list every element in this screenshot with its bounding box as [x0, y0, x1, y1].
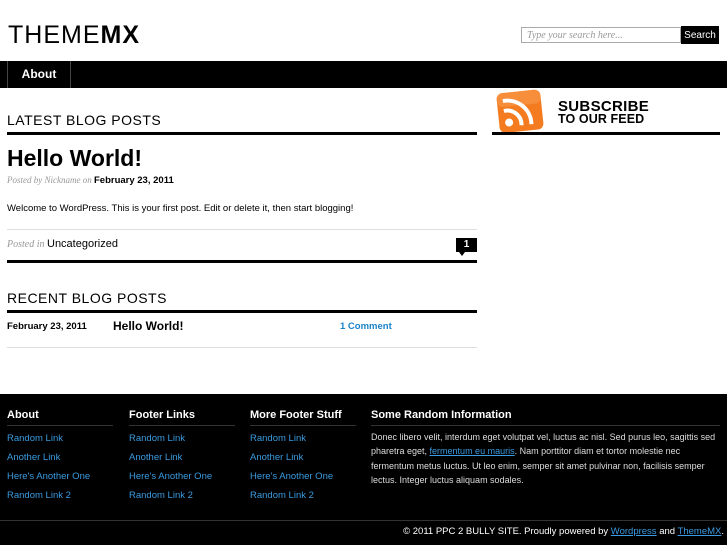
footer-link[interactable]: Here's Another One	[7, 471, 90, 482]
footer-more-stuff-heading: More Footer Stuff	[250, 409, 342, 421]
footer-link[interactable]: Another Link	[250, 452, 303, 463]
footer-bottom-divider	[0, 520, 727, 521]
footer-about-heading: About	[7, 409, 39, 421]
sidebar-divider	[492, 132, 720, 135]
footer-divider	[7, 425, 113, 426]
copyright-line: © 2011 PPC 2 BULLY SITE. Proudly powered…	[403, 526, 724, 537]
comment-count-badge[interactable]: 1	[456, 238, 477, 256]
post-divider	[7, 229, 477, 230]
recent-post-date: February 23, 2011	[7, 321, 87, 332]
search-button[interactable]: Search	[681, 26, 719, 44]
recent-posts-heading: RECENT BLOG POSTS	[7, 290, 167, 306]
posted-in-label: Posted in	[7, 239, 45, 250]
main-nav: About	[0, 61, 727, 88]
footer-link[interactable]: Random Link 2	[7, 490, 71, 501]
post-category-line: Posted in Uncategorized	[7, 238, 118, 250]
logo-text-bold: MX	[100, 21, 140, 49]
category-link[interactable]: Uncategorized	[47, 238, 118, 250]
footer-link[interactable]: Random Link	[129, 433, 185, 444]
footer-link[interactable]: Random Link	[7, 433, 63, 444]
list-divider	[7, 347, 477, 348]
footer-link[interactable]: Here's Another One	[129, 471, 212, 482]
footer-link[interactable]: Random Link	[250, 433, 306, 444]
post-title[interactable]: Hello World!	[7, 145, 142, 172]
footer-divider	[371, 425, 720, 426]
copyright-end: .	[721, 526, 724, 537]
footer-link[interactable]: Another Link	[7, 452, 60, 463]
random-text-link[interactable]: fermentum eu mauris	[430, 446, 515, 456]
footer-divider	[250, 425, 356, 426]
recent-post-title[interactable]: Hello World!	[113, 319, 183, 333]
latest-posts-heading: LATEST BLOG POSTS	[7, 112, 162, 128]
section-divider	[7, 132, 477, 135]
post-excerpt: Welcome to WordPress. This is your first…	[7, 203, 354, 214]
footer-divider	[129, 425, 235, 426]
post-meta-prefix: Posted by Nickname on	[7, 175, 92, 185]
footer-link[interactable]: Random Link 2	[129, 490, 193, 501]
post-meta: Posted by Nickname on February 23, 2011	[7, 175, 174, 186]
footer-link[interactable]: Here's Another One	[250, 471, 333, 482]
footer-link[interactable]: Another Link	[129, 452, 182, 463]
rss-feed-icon[interactable]	[494, 89, 552, 133]
copyright-text: © 2011 PPC 2 BULLY SITE. Proudly powered…	[403, 526, 609, 537]
subscribe-feed-link[interactable]: SUBSCRIBE TO OUR FEED	[558, 99, 649, 126]
post-date: February 23, 2011	[93, 175, 174, 186]
logo-text-light: THEME	[8, 21, 101, 49]
footer-random-info-heading: Some Random Information	[371, 409, 512, 421]
footer-random-text: Donec libero velit, interdum eget volutp…	[371, 430, 716, 488]
thememx-link[interactable]: ThemeMX	[678, 526, 722, 537]
site-header: THEMEMX Type your search here... Search	[0, 0, 727, 61]
copyright-and: and	[659, 526, 676, 537]
search-input[interactable]: Type your search here...	[521, 27, 681, 43]
section-divider	[7, 260, 477, 263]
section-divider	[7, 310, 477, 313]
footer-link[interactable]: Random Link 2	[250, 490, 314, 501]
wordpress-link[interactable]: Wordpress	[611, 526, 657, 537]
recent-post-comments-link[interactable]: 1 Comment	[340, 321, 392, 332]
footer-links-heading: Footer Links	[129, 409, 196, 421]
nav-item-about[interactable]: About	[7, 61, 71, 88]
site-footer: About Random Link Another Link Here's An…	[0, 394, 727, 545]
subscribe-line2: TO OUR FEED	[558, 112, 645, 126]
site-logo[interactable]: THEMEMX	[8, 22, 140, 48]
